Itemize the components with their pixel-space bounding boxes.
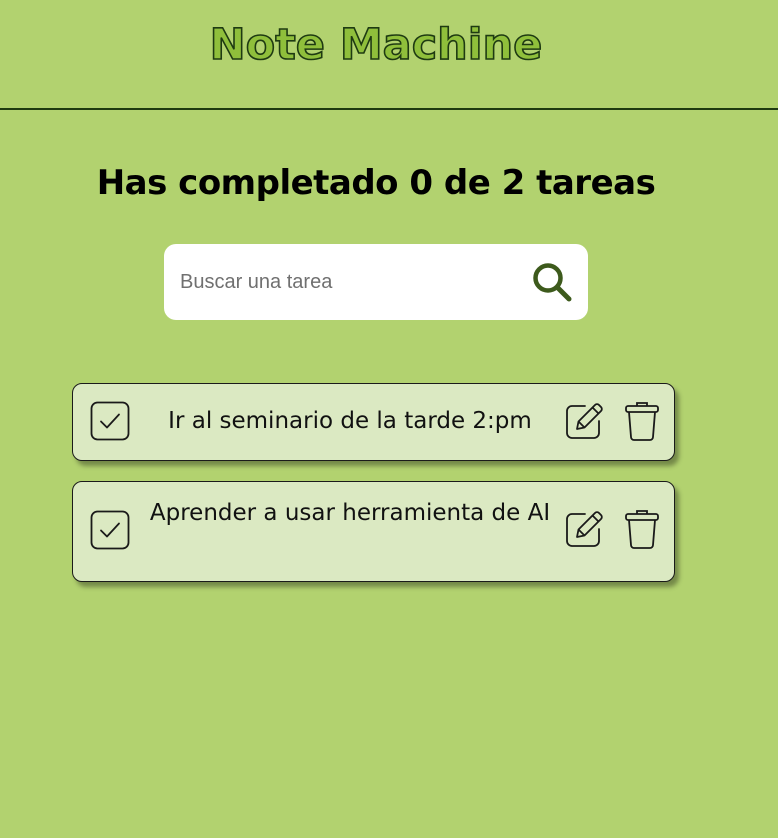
check-icon[interactable]: [90, 401, 130, 441]
todo-list: Ir al seminario de la tarde 2:pm Aprende…: [72, 383, 677, 602]
search-icon[interactable]: [530, 260, 574, 304]
header: Note Machine: [0, 0, 778, 110]
todo-text: Ir al seminario de la tarde 2:pm: [168, 408, 532, 434]
app-title: Note Machine: [209, 19, 543, 71]
trash-icon[interactable]: [622, 508, 662, 550]
trash-icon[interactable]: [622, 400, 662, 442]
search-input[interactable]: [178, 264, 522, 300]
todo-item: Ir al seminario de la tarde 2:pm: [72, 383, 675, 461]
completed-counter: Has completado 0 de 2 tareas: [96, 163, 656, 203]
edit-icon[interactable]: [563, 400, 605, 442]
edit-icon[interactable]: [563, 508, 605, 550]
todo-item: Aprender a usar herramienta de AI: [72, 481, 675, 582]
search-box: [164, 244, 588, 320]
check-icon[interactable]: [90, 510, 130, 550]
todo-text: Aprender a usar herramienta de AI: [149, 500, 551, 526]
